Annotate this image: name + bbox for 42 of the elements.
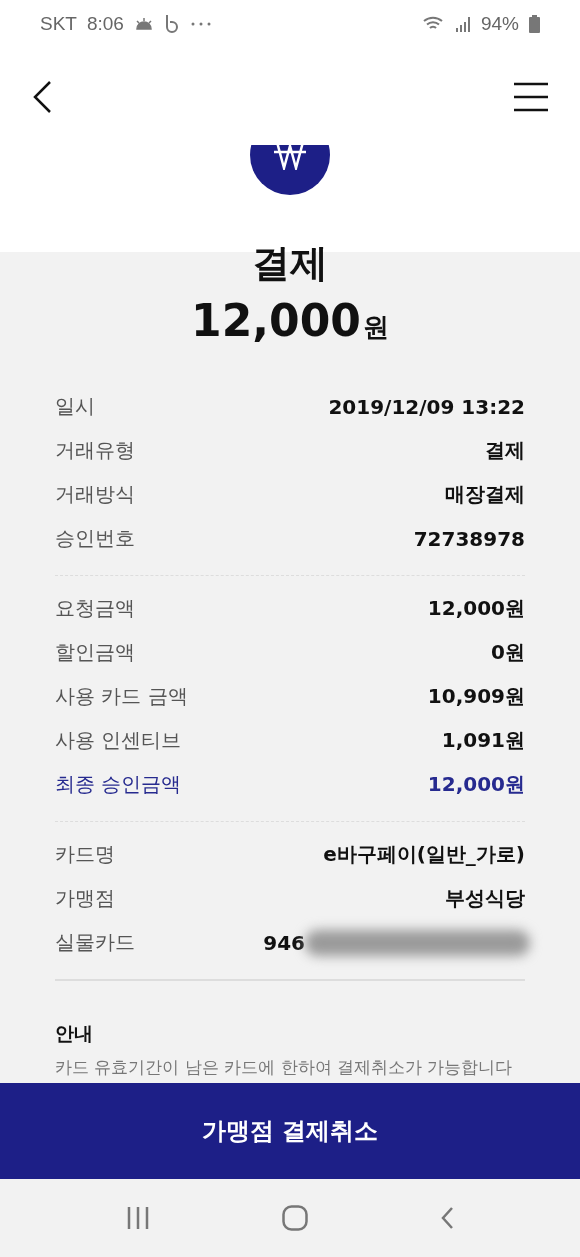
- detail-value: 12,000원: [427, 771, 525, 798]
- detail-value: 12,000원: [427, 595, 525, 622]
- detail-label: 카드명: [55, 841, 115, 868]
- menu-icon[interactable]: [514, 81, 548, 112]
- detail-label: 거래방식: [55, 481, 135, 508]
- total-amount: 12,000원: [191, 295, 389, 346]
- detail-label: 일시: [55, 393, 95, 420]
- detail-label: 승인번호: [55, 525, 135, 552]
- more-icon: [189, 21, 212, 27]
- transaction-title: 결제: [252, 240, 328, 287]
- app-icon: [163, 14, 180, 34]
- notice-text: 카드 유효기간이 남은 카드에 한하여 결제취소가 가능합니다: [55, 1057, 513, 1077]
- detail-value: 결제: [485, 437, 525, 464]
- cancel-payment-button[interactable]: 가맹점 결제취소: [0, 1083, 580, 1179]
- detail-value: 부성식당: [445, 885, 525, 912]
- weather-icon: [133, 17, 154, 31]
- notice-title: 안내: [55, 1021, 94, 1046]
- back-icon[interactable]: [32, 80, 52, 113]
- detail-value: 72738978: [413, 526, 525, 551]
- detail-label: 최종 승인금액: [55, 771, 182, 798]
- detail-label: 실물카드: [55, 929, 135, 956]
- carrier-name: SKT: [40, 13, 77, 35]
- detail-value: 0원: [491, 639, 525, 666]
- detail-label: 요청금액: [55, 595, 135, 622]
- home-icon[interactable]: [282, 1205, 308, 1231]
- detail-label: 사용 인센티브: [55, 727, 182, 754]
- battery-percent: 94%: [480, 13, 519, 35]
- back-nav-icon[interactable]: [440, 1206, 454, 1230]
- battery-icon: [529, 15, 540, 33]
- detail-label: 사용 카드 금액: [55, 683, 188, 710]
- clock-time: 8:06: [86, 13, 124, 35]
- detail-label: 거래유형: [55, 437, 135, 464]
- detail-value: e바구페이(일반_가로): [323, 841, 525, 868]
- detail-value: 2019/12/09 13:22: [328, 394, 525, 419]
- recent-apps-icon[interactable]: [126, 1206, 150, 1230]
- signal-icon: [454, 16, 471, 32]
- detail-value: 946: [263, 930, 305, 955]
- detail-value: 1,091원: [441, 727, 525, 754]
- detail-label: 할인금액: [55, 639, 135, 666]
- detail-label: 가맹점: [55, 885, 115, 912]
- detail-value: 10,909원: [427, 683, 525, 710]
- detail-value: 매장결제: [445, 481, 525, 508]
